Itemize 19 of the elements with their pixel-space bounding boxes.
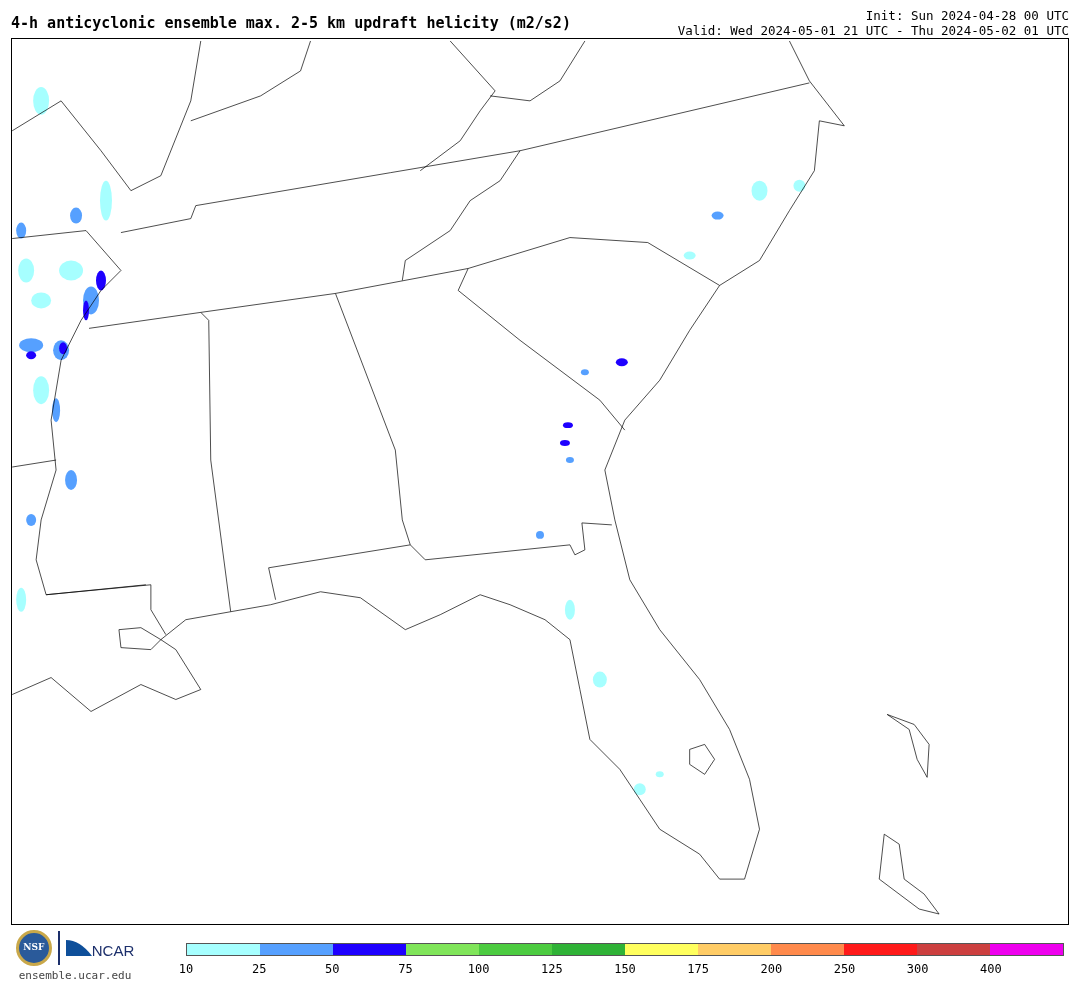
init-time: Init: Sun 2024-04-28 00 UTC xyxy=(865,8,1069,23)
colorbar-label: 75 xyxy=(398,961,413,978)
colorbar-label: 175 xyxy=(687,961,709,978)
swoosh-icon xyxy=(65,938,92,958)
colorbar-label: 300 xyxy=(906,961,929,978)
chart-title: 4-h anticyclonic ensemble max. 2-5 km updraft helicity (m2/s2) xyxy=(11,12,571,34)
colorbar-label: 10 xyxy=(178,961,194,978)
colorbar-label: 400 xyxy=(980,961,1002,978)
colorbar-label: 100 xyxy=(467,961,490,978)
seal-logo: NSF xyxy=(15,930,52,966)
colorbar-label: 25 xyxy=(251,961,267,978)
colorbar-label: 50 xyxy=(325,961,340,978)
colorbar-label: 200 xyxy=(760,961,783,978)
colorbar-label: 125 xyxy=(541,961,563,978)
valid-time: Valid: Wed 2024-05-01 21 UTC - Thu 2024-05-02 01 UTC xyxy=(677,23,1069,38)
colorbar-label: 150 xyxy=(614,961,636,978)
ncar-logo: NCAR xyxy=(65,938,135,958)
colorbar-label: 250 xyxy=(833,961,856,978)
site-url: ensemble.ucar.edu xyxy=(18,968,132,984)
